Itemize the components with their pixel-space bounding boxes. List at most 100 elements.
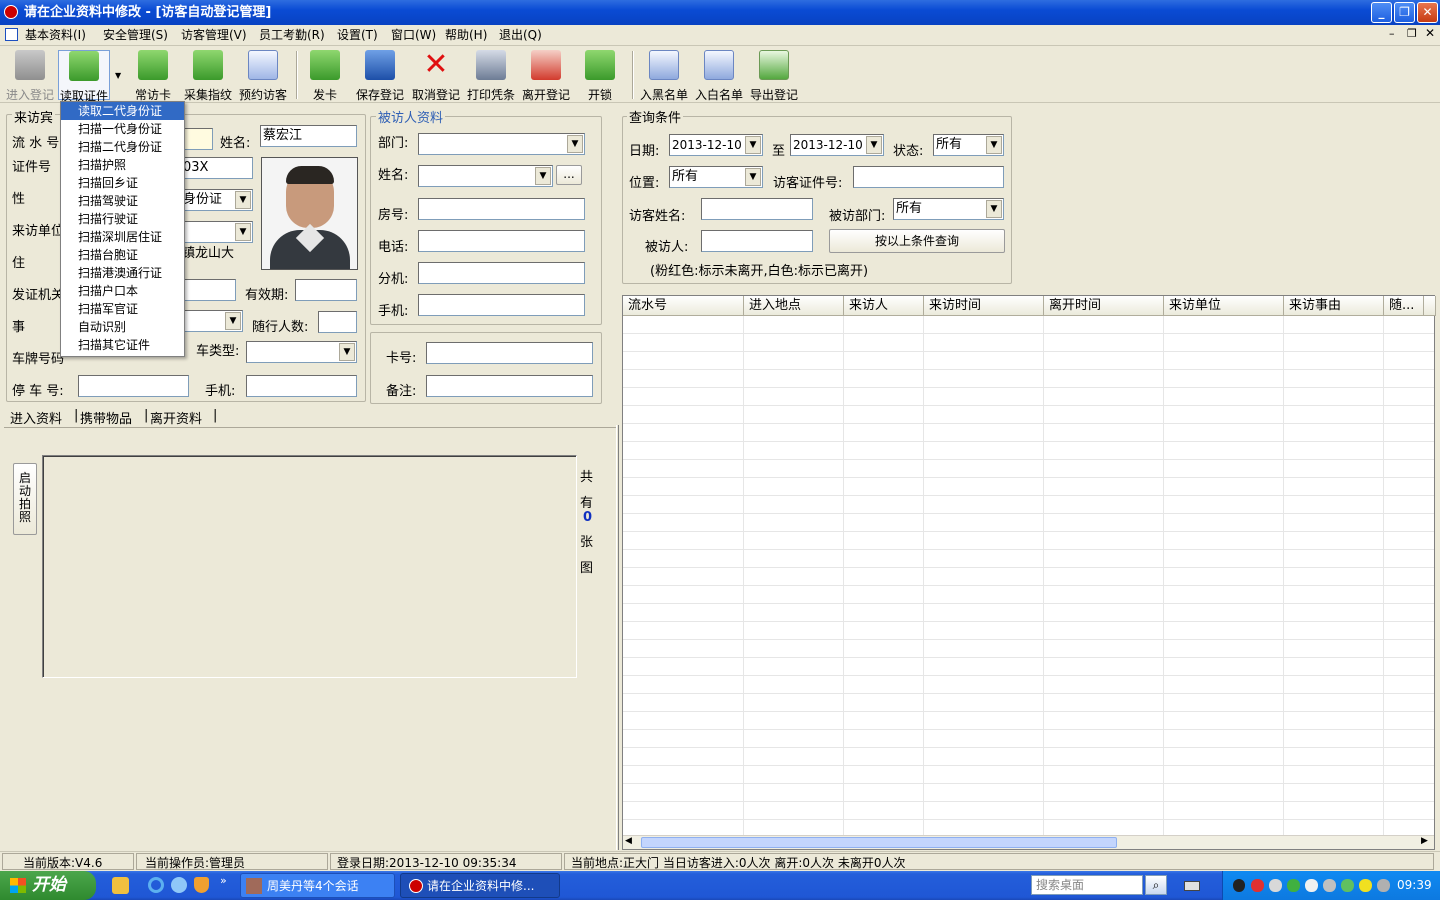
id-type-select[interactable]: 身份证 ▼ xyxy=(180,189,253,211)
dropdown-item[interactable]: 扫描台胞证 xyxy=(61,246,184,264)
task-chat[interactable]: 周美丹等4个会话 xyxy=(240,873,395,898)
visit-unit-select[interactable]: ▼ xyxy=(180,221,253,243)
cancel-register-button[interactable]: ✕ 取消登记 xyxy=(410,50,462,103)
expand-icon[interactable]: » xyxy=(220,874,227,887)
host-room-field[interactable] xyxy=(418,198,585,220)
tab-leave-info[interactable]: 离开资料 xyxy=(150,408,202,427)
tray-app-icon[interactable] xyxy=(1377,879,1390,892)
start-photo-button[interactable]: 启动拍照 xyxy=(13,463,37,535)
scroll-left-icon[interactable]: ◀ xyxy=(625,836,632,846)
menu-security[interactable]: 安全管理(S) xyxy=(103,27,168,44)
desktop-search-input[interactable]: 搜索桌面 xyxy=(1031,875,1143,895)
reason-select[interactable]: ▼ xyxy=(180,310,243,332)
visited-person-field[interactable] xyxy=(701,230,813,252)
menu-visitor[interactable]: 访客管理(V) xyxy=(181,27,247,44)
card-field[interactable] xyxy=(426,342,593,364)
issue-card-button[interactable]: 发卡 xyxy=(302,50,348,102)
dropdown-item[interactable]: 扫描回乡证 xyxy=(61,174,184,192)
menu-basic[interactable]: 基本资料(I) xyxy=(25,27,86,44)
visitor-grid[interactable]: 流水号 进入地点 来访人 来访时间 离开时间 来访单位 来访事由 随... ◀ … xyxy=(622,295,1436,850)
menu-help[interactable]: 帮助(H) xyxy=(445,27,487,44)
issuer-field[interactable] xyxy=(180,279,236,301)
restore-button[interactable]: ❐ xyxy=(1394,2,1415,23)
date-from-picker[interactable]: 2013-12-10 ▼ xyxy=(669,134,763,156)
visitor-mobile-field[interactable] xyxy=(246,375,357,397)
remark-field[interactable] xyxy=(426,375,593,397)
host-mobile-field[interactable] xyxy=(418,294,585,316)
panel-splitter[interactable] xyxy=(616,425,619,850)
scroll-right-icon[interactable]: ▶ xyxy=(1421,836,1428,846)
name-field[interactable]: 蔡宏江 xyxy=(260,125,357,147)
col-serial[interactable]: 流水号 xyxy=(623,296,744,316)
location-select[interactable]: 所有 ▼ xyxy=(669,166,763,188)
dropdown-item[interactable]: 扫描驾驶证 xyxy=(61,192,184,210)
id-number-field[interactable]: 03X xyxy=(180,157,253,179)
mdi-close-button[interactable]: ✕ xyxy=(1425,26,1435,40)
close-button[interactable]: ✕ xyxy=(1417,2,1438,23)
enter-register-button[interactable]: 进入登记 xyxy=(4,50,56,102)
car-type-select[interactable]: ▼ xyxy=(246,341,357,363)
col-visitor[interactable]: 来访人 xyxy=(844,296,924,316)
visited-dept-select[interactable]: 所有 ▼ xyxy=(893,198,1004,220)
visitor-id-field[interactable] xyxy=(853,166,1004,188)
tray-app-icon[interactable] xyxy=(1359,879,1372,892)
tray-app-icon[interactable] xyxy=(1305,879,1318,892)
dropdown-item[interactable]: 扫描护照 xyxy=(61,156,184,174)
unlock-button[interactable]: 开锁 xyxy=(578,50,622,102)
chevron-down-icon[interactable]: ▼ xyxy=(115,71,121,80)
dropdown-item[interactable]: 自动识别 xyxy=(61,318,184,336)
dropdown-item[interactable]: 扫描二代身份证 xyxy=(61,138,184,156)
menu-window[interactable]: 窗口(W) xyxy=(391,27,436,44)
col-visit-reason[interactable]: 来访事由 xyxy=(1284,296,1384,316)
col-extra[interactable] xyxy=(1424,296,1436,316)
dropdown-item[interactable]: 扫描户口本 xyxy=(61,282,184,300)
host-browse-button[interactable]: ... xyxy=(556,165,582,185)
tab-belongings[interactable]: 携带物品 xyxy=(80,408,132,427)
col-visit-time[interactable]: 来访时间 xyxy=(924,296,1044,316)
col-companions[interactable]: 随... xyxy=(1384,296,1424,316)
host-ext-field[interactable] xyxy=(418,262,585,284)
save-register-button[interactable]: 保存登记 xyxy=(354,50,406,102)
tray-app-icon[interactable] xyxy=(1251,879,1264,892)
col-entry-location[interactable]: 进入地点 xyxy=(744,296,844,316)
dropdown-item[interactable]: 扫描行驶证 xyxy=(61,210,184,228)
blacklist-button[interactable]: 入黑名单 xyxy=(638,50,690,102)
clock[interactable]: 09:39 xyxy=(1397,871,1432,900)
tab-enter-info[interactable]: 进入资料 xyxy=(10,408,62,427)
whitelist-button[interactable]: 入白名单 xyxy=(693,50,745,102)
quicklaunch-icon[interactable] xyxy=(112,877,129,894)
read-id-button[interactable]: 读取证件 xyxy=(58,50,110,103)
status-select[interactable]: 所有 ▼ xyxy=(933,134,1004,156)
reserve-visitor-button[interactable]: 预约访客 xyxy=(237,50,289,102)
start-button[interactable]: 开始 xyxy=(0,871,96,900)
dropdown-item[interactable]: 扫描港澳通行证 xyxy=(61,264,184,282)
host-dept-select[interactable]: ▼ xyxy=(418,133,585,155)
regular-card-button[interactable]: 常访卡 xyxy=(130,50,176,102)
scroll-thumb[interactable] xyxy=(641,837,1117,848)
export-register-button[interactable]: 导出登记 xyxy=(748,50,800,102)
host-name-select[interactable]: ▼ xyxy=(418,165,553,187)
menu-settings[interactable]: 设置(T) xyxy=(337,27,378,44)
date-to-picker[interactable]: 2013-12-10 ▼ xyxy=(790,134,884,156)
valid-field[interactable] xyxy=(295,279,357,301)
ie-icon[interactable] xyxy=(148,877,164,893)
dropdown-item[interactable]: 扫描其它证件 xyxy=(61,336,184,354)
col-visit-unit[interactable]: 来访单位 xyxy=(1164,296,1284,316)
fingerprint-button[interactable]: 采集指纹 xyxy=(182,50,234,102)
qq-icon[interactable] xyxy=(1233,879,1245,892)
parking-field[interactable] xyxy=(78,375,189,397)
tray-app-icon[interactable] xyxy=(1341,879,1354,892)
menu-exit[interactable]: 退出(Q) xyxy=(499,27,542,44)
dropdown-item[interactable]: 读取二代身份证 xyxy=(61,102,184,120)
keyboard-icon[interactable] xyxy=(1184,881,1200,891)
address-field[interactable]: 镇龙山大 xyxy=(180,244,255,266)
grid-hscrollbar[interactable]: ◀ ▶ xyxy=(623,835,1434,849)
tray-app-icon[interactable] xyxy=(1269,879,1282,892)
minimize-button[interactable]: _ xyxy=(1371,2,1392,23)
photo-capture-area[interactable] xyxy=(42,455,577,678)
browser-icon[interactable] xyxy=(171,877,187,893)
tray-app-icon[interactable] xyxy=(1323,879,1336,892)
task-app[interactable]: 请在企业资料中修... xyxy=(400,873,560,898)
tray-app-icon[interactable] xyxy=(1287,879,1300,892)
search-button[interactable]: 按以上条件查询 xyxy=(829,229,1005,253)
